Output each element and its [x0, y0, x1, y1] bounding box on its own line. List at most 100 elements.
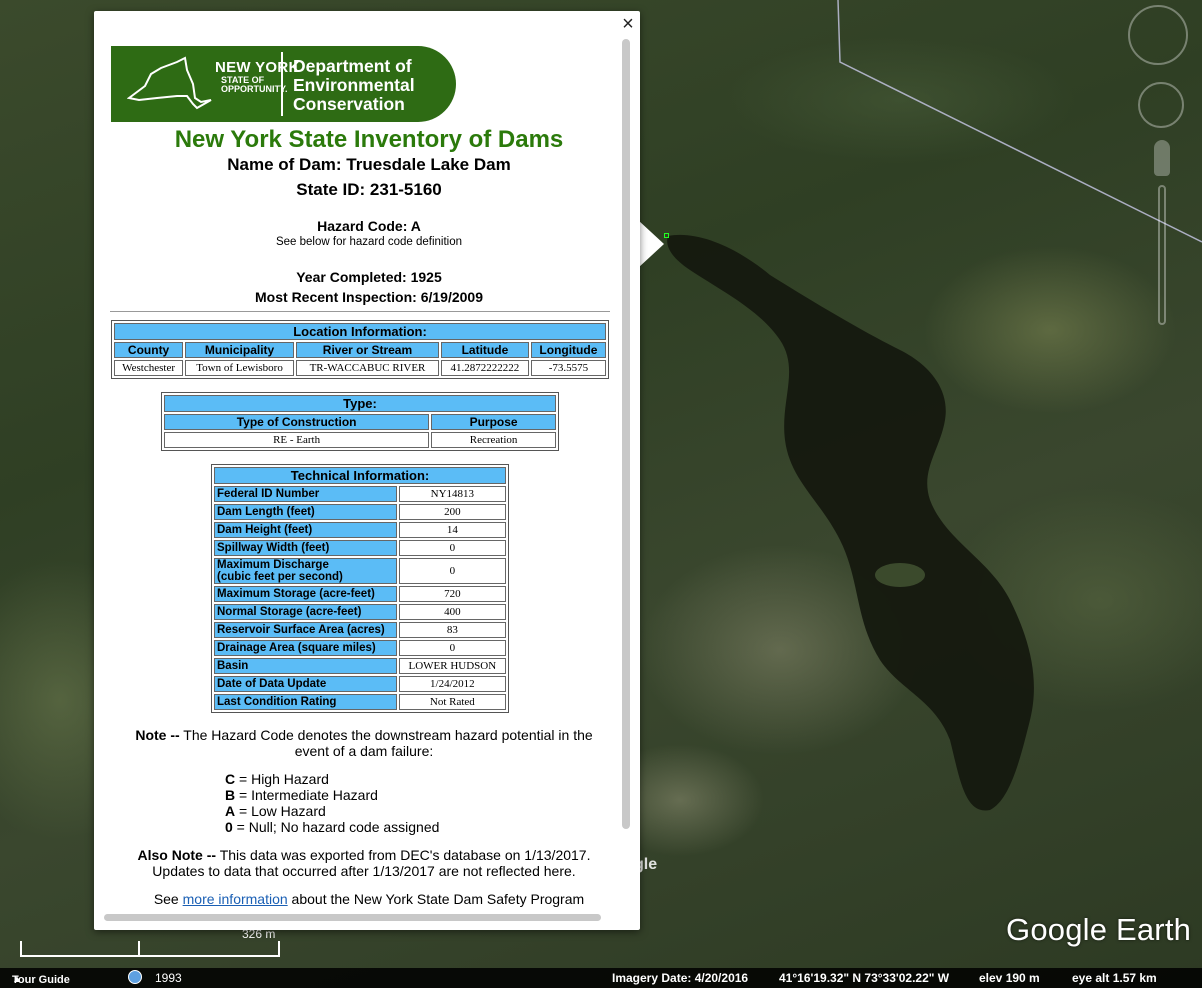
code-letter: A: [225, 803, 236, 819]
row-value: 0: [398, 640, 506, 656]
table-cell: 41.2872222222: [441, 360, 529, 376]
table-row: Federal ID Number NY14813: [214, 486, 506, 502]
table-row: Last Condition Rating Not Rated: [214, 694, 506, 710]
row-label: Basin: [214, 658, 397, 674]
more-info-line: See more information about the New York …: [104, 891, 634, 907]
row-value: Not Rated: [398, 694, 506, 710]
column-header: River or Stream: [295, 342, 440, 358]
column-header: Latitude: [441, 342, 529, 358]
table-cell: Town of Lewisboro: [185, 360, 294, 376]
look-ring-icon[interactable]: [1138, 82, 1184, 128]
row-value: 0: [398, 540, 506, 556]
divider: [110, 311, 610, 312]
note-text: The Hazard Code denotes the downstream h…: [179, 727, 593, 759]
row-value: 83: [398, 622, 506, 638]
column-header: Purpose: [431, 414, 556, 430]
table-row: Maximum Discharge (cubic feet per second)…: [214, 558, 506, 584]
see-suffix: about the New York State Dam Safety Prog…: [287, 891, 585, 907]
historical-year[interactable]: 1993: [155, 971, 182, 985]
row-value: 400: [398, 604, 506, 620]
see-prefix: See: [153, 891, 183, 907]
row-value: 720: [398, 586, 506, 602]
dam-name: Name of Dam: Truesdale Lake Dam: [227, 155, 511, 174]
code-desc: = Null; No hazard code assigned: [232, 819, 440, 835]
logo-tagline: STATE OF OPPORTUNITY.: [221, 76, 288, 94]
list-item: A = Low Hazard: [225, 803, 439, 819]
popup-pointer: [638, 220, 664, 268]
table-row: Normal Storage (acre-feet) 400: [214, 604, 506, 620]
code-desc: = Low Hazard: [235, 803, 326, 819]
code-letter: C: [225, 771, 236, 787]
tour-guide-label: Tour Guide: [12, 974, 70, 986]
code-letter: B: [225, 787, 236, 803]
table-row: Spillway Width (feet) 0: [214, 540, 506, 556]
recent-inspection: Most Recent Inspection: 6/19/2009: [255, 289, 483, 305]
table-row: Basin LOWER HUDSON: [214, 658, 506, 674]
row-value: 200: [398, 504, 506, 520]
logo-state-name: NEW YORK: [215, 59, 300, 76]
code-desc: = High Hazard: [235, 771, 329, 787]
technical-table: Technical Information: Federal ID Number…: [211, 464, 509, 713]
logo-dept-line2: Environmental: [293, 75, 415, 95]
table-cell: Westchester: [114, 360, 184, 376]
row-label: Dam Length (feet): [214, 504, 397, 520]
google-earth-logo: Google Earth: [1006, 912, 1192, 947]
close-icon[interactable]: ×: [618, 14, 638, 35]
row-value: 14: [398, 522, 506, 538]
list-item: B = Intermediate Hazard: [225, 787, 439, 803]
pegman-icon[interactable]: [1154, 140, 1170, 176]
technical-table-header: Technical Information:: [214, 467, 506, 484]
type-table-header: Type:: [164, 395, 556, 412]
also-note-lead: Also Note --: [137, 847, 217, 863]
logo-dept-line1: Department of: [293, 56, 412, 76]
row-label: Normal Storage (acre-feet): [214, 604, 397, 620]
table-row: Date of Data Update 1/24/2012: [214, 676, 506, 692]
horizontal-scrollbar[interactable]: [104, 914, 601, 921]
row-label: Reservoir Surface Area (acres): [214, 622, 397, 638]
row-label: Spillway Width (feet): [214, 540, 397, 556]
column-header: County: [114, 342, 184, 358]
clock-icon[interactable]: [128, 970, 142, 984]
scale-bar: 326 m: [20, 927, 280, 957]
logo-dept-line3: Conservation: [293, 94, 405, 114]
table-row: Reservoir Surface Area (acres) 83: [214, 622, 506, 638]
more-information-link[interactable]: more information: [183, 891, 288, 907]
compass-ring-icon[interactable]: [1128, 5, 1188, 65]
hazard-note: Note -- The Hazard Code denotes the down…: [124, 727, 604, 759]
table-cell: RE - Earth: [164, 432, 430, 448]
ny-state-shape-icon: [127, 56, 212, 110]
table-row: Dam Height (feet) 14: [214, 522, 506, 538]
row-value: LOWER HUDSON: [398, 658, 506, 674]
list-item: 0 = Null; No hazard code assigned: [225, 819, 439, 835]
column-header: Type of Construction: [164, 414, 430, 430]
year-completed: Year Completed: 1925: [296, 269, 442, 285]
state-id: State ID: 231-5160: [296, 180, 442, 199]
row-value: 0: [398, 558, 506, 584]
code-desc: = Intermediate Hazard: [235, 787, 378, 803]
type-table: Type: Type of Construction Purpose RE - …: [161, 392, 559, 451]
row-label: Maximum Discharge (cubic feet per second): [214, 558, 397, 584]
hazard-code-hint: See below for hazard code definition: [275, 236, 463, 248]
list-item: C = High Hazard: [225, 771, 439, 787]
table-row: Dam Length (feet) 200: [214, 504, 506, 520]
logo-department: Department of Environmental Conservation: [293, 57, 415, 114]
table-cell: TR-WACCABUC RIVER: [295, 360, 440, 376]
row-label: Last Condition Rating: [214, 694, 397, 710]
note-lead: Note --: [135, 727, 180, 743]
status-bar: ▲ Tour Guide 1993 Imagery Date: 4/20/2016…: [0, 968, 1202, 988]
row-label: Date of Data Update: [214, 676, 397, 692]
table-cell: -73.5575: [530, 360, 606, 376]
row-value: NY14813: [398, 486, 506, 502]
row-label-line1: Maximum Discharge: [217, 559, 329, 571]
code-letter: 0: [225, 819, 233, 835]
dec-logo: NEW YORK STATE OF OPPORTUNITY. Departmen…: [111, 46, 456, 122]
row-label: Drainage Area (square miles): [214, 640, 397, 656]
table-row: Maximum Storage (acre-feet) 720: [214, 586, 506, 602]
logo-tagline-line2: OPPORTUNITY.: [221, 84, 288, 94]
row-label: Dam Height (feet): [214, 522, 397, 538]
row-label: Federal ID Number: [214, 486, 397, 502]
dam-placemark[interactable]: [664, 233, 669, 238]
zoom-slider-icon[interactable]: [1158, 185, 1166, 325]
also-note-text: This data was exported from DEC's databa…: [152, 847, 591, 879]
hazard-code: Hazard Code: A: [317, 218, 421, 234]
